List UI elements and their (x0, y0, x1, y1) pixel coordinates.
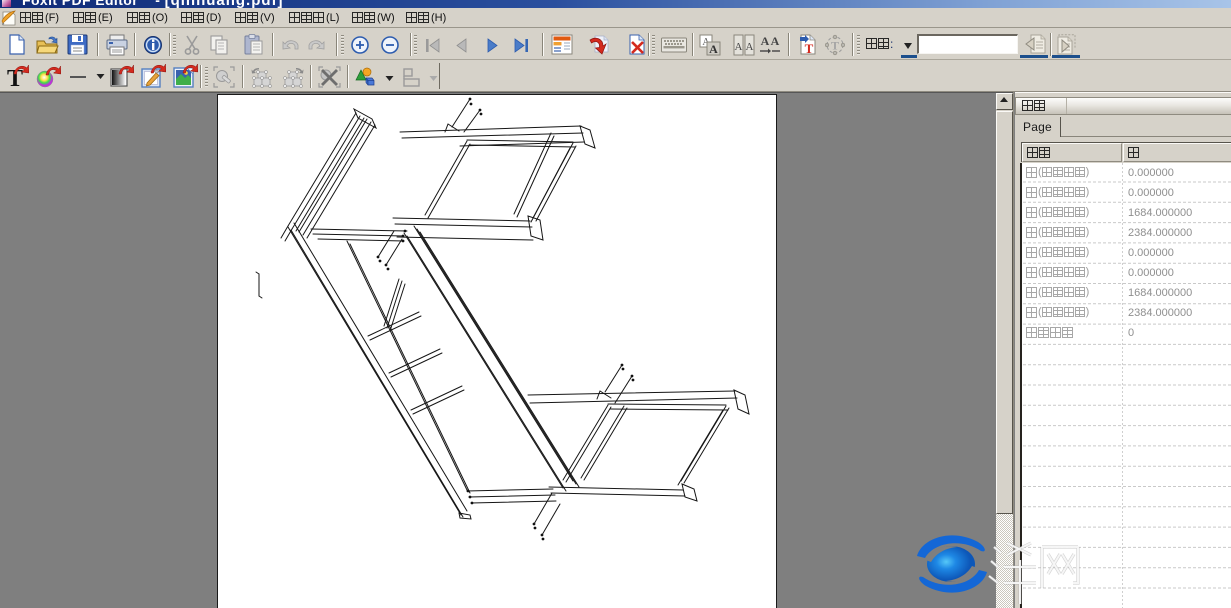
svg-text:A: A (746, 41, 754, 53)
svg-text:T: T (805, 41, 814, 56)
svg-text:A: A (709, 42, 718, 56)
svg-text:A: A (771, 34, 780, 48)
svg-text:T: T (831, 39, 839, 53)
svg-text:A: A (761, 34, 770, 48)
svg-text:A: A (735, 41, 743, 53)
